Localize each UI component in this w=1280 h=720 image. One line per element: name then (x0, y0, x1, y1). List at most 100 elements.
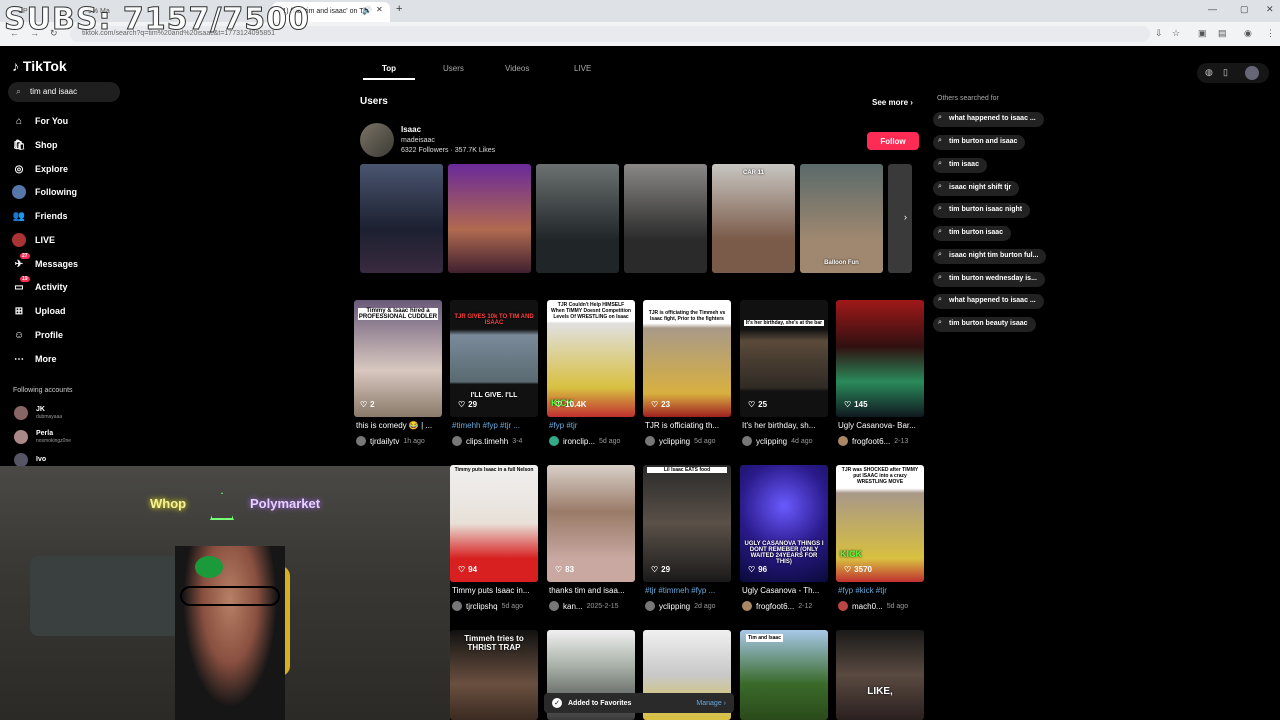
whop-neon-sign: Whop (150, 496, 187, 511)
sidebar-item-live[interactable]: LIVE (12, 233, 55, 247)
user-video-thumb[interactable]: CAR 11 (712, 164, 795, 273)
video-desc[interactable]: thanks tim and isaa... (549, 586, 641, 595)
video-desc[interactable]: this is comedy 😂 | ... (356, 421, 448, 430)
video-meta[interactable]: yclipping 4d ago (742, 436, 834, 446)
video-meta[interactable]: tjrdailytv 1h ago (356, 436, 448, 446)
related-search-pill[interactable]: ⌕ isaac night shift tjr (933, 181, 1020, 196)
new-tab-button[interactable]: + (396, 3, 402, 15)
sidebar-item-label: LIVE (35, 235, 56, 245)
related-search-pill[interactable]: ⌕ what happened to isaac ... (933, 112, 1044, 127)
user-video-thumb[interactable]: Balloon Fun (800, 164, 883, 273)
sidebar-item-following[interactable]: Following (12, 185, 77, 199)
sidebar-item-for-you[interactable]: ⌂ For You (12, 114, 68, 128)
video-desc[interactable]: #fyp #kick #tjr (838, 586, 930, 595)
video-desc[interactable]: Timmy puts Isaac in... (452, 586, 544, 595)
tiktok-logo[interactable]: ♪ TikTok (12, 58, 67, 74)
video-caption: TJR is officiating the Timmeh vs Isaac f… (648, 310, 726, 322)
extensions-icon[interactable]: ▣ (1198, 28, 1207, 39)
video-thumb[interactable]: LIKE, (836, 630, 924, 720)
video-meta[interactable]: mach0... 5d ago (838, 601, 930, 611)
user-stats: 6322 Followers · 357.7K Likes (401, 147, 496, 154)
related-search-pill[interactable]: ⌕ tim isaac (933, 158, 987, 173)
video-meta[interactable]: frogfoot6... 2-12 (742, 601, 834, 611)
author-name: tjrdailytv (370, 436, 400, 446)
account-icon[interactable]: ◉ (1244, 28, 1252, 39)
video-meta[interactable]: tjrclipshq 5d ago (452, 601, 544, 611)
video-desc[interactable]: #tjr #timmeh #fyp ... (645, 586, 737, 595)
following-account[interactable]: JK dubmayaaa (14, 406, 62, 420)
follow-button[interactable]: Follow (867, 132, 919, 150)
video-desc[interactable]: TJR is officiating th... (645, 421, 737, 430)
video-meta[interactable]: frogfoot6... 2-13 (838, 436, 930, 446)
video-desc[interactable]: #fyp #tjr (549, 421, 641, 430)
sidebar-item-label: Following (35, 187, 77, 197)
minimize-icon[interactable]: — (1208, 4, 1217, 14)
user-video-thumb[interactable] (448, 164, 531, 273)
related-search-pill[interactable]: ⌕ tim burton wednesday is... (933, 272, 1045, 287)
star-icon[interactable]: ☆ (1172, 28, 1180, 39)
maximize-icon[interactable]: ▢ (1240, 4, 1249, 15)
view-count: ♡ 29 (458, 400, 477, 409)
heart-icon: ♡ (458, 400, 466, 409)
video-meta[interactable]: ironclip... 5d ago (549, 436, 641, 446)
sidebar-item-messages[interactable]: ✈ 27 Messages (12, 253, 78, 271)
sidebar-item-activity[interactable]: ▭ 19 Activity (12, 276, 68, 294)
user-video-thumb[interactable] (360, 164, 443, 273)
user-video-thumb[interactable] (888, 164, 912, 273)
sidebar-item-explore[interactable]: ◎ Explore (12, 162, 68, 176)
tab-live[interactable]: LIVE (574, 64, 591, 73)
video-desc[interactable]: It's her birthday, sh... (742, 421, 834, 430)
close-tab-icon[interactable]: ✕ (376, 5, 383, 14)
audio-icon[interactable]: 🔊 (362, 6, 372, 15)
video-caption: TJR Couldn't Help HIMSELF When TIMMY Doe… (551, 302, 631, 320)
sidebar-item-shop[interactable]: 🛍 Shop (12, 138, 58, 152)
video-meta[interactable]: clips.timehh 3-4 (452, 436, 544, 446)
related-search-pill[interactable]: ⌕ tim burton isaac night (933, 203, 1031, 218)
see-more-link[interactable]: See more › (872, 98, 913, 107)
top-right-controls: ◍ ▯ (1197, 63, 1269, 83)
avatar[interactable] (1245, 66, 1259, 80)
sidebar-item-profile[interactable]: ☺ Profile (12, 328, 63, 342)
manage-link[interactable]: Manage › (696, 700, 726, 707)
search-input[interactable]: ⌕ tim and isaac (8, 82, 120, 102)
video-desc[interactable]: Ugly Casanova - Th... (742, 586, 834, 595)
chevron-right-icon[interactable]: › (904, 212, 907, 222)
avatar (549, 436, 559, 446)
video-desc[interactable]: #timehh #fyp #tjr ... (452, 421, 544, 430)
subs-overlay: SUBS: 7157/7500 (4, 2, 310, 38)
related-search-label: tim burton and isaac (949, 138, 1018, 145)
polymarket-neon-sign: Polymarket (250, 496, 321, 511)
window-close-icon[interactable]: ✕ (1266, 4, 1274, 15)
sidepanel-icon[interactable]: ▤ (1218, 28, 1227, 39)
video-meta[interactable]: kan... 2025-2-15 (549, 601, 641, 611)
video-meta[interactable]: yclipping 5d ago (645, 436, 737, 446)
sidebar-item-upload[interactable]: ⊞ Upload (12, 304, 66, 318)
tab-top[interactable]: Top (382, 64, 396, 73)
user-name[interactable]: Isaac (401, 125, 421, 134)
related-search-pill[interactable]: ⌕ tim burton beauty isaac (933, 317, 1036, 332)
video-thumb[interactable]: Timmeh tries to THRIST TRAP (450, 630, 538, 720)
user-video-thumb[interactable] (536, 164, 619, 273)
following-account[interactable]: Perla nosmokingz0ne (14, 430, 71, 444)
search-icon: ⌕ (938, 137, 942, 144)
sidebar-item-friends[interactable]: 👥 Friends (12, 209, 68, 223)
tab-videos[interactable]: Videos (505, 64, 529, 73)
video-desc[interactable]: Ugly Casanova- Bar... (838, 421, 930, 430)
related-search-pill[interactable]: ⌕ what happened to isaac ... (933, 294, 1044, 309)
video-thumb[interactable]: Tim and Isaac (740, 630, 828, 720)
tab-users[interactable]: Users (443, 64, 464, 73)
view-count: ♡ 2 (360, 400, 375, 409)
coin-icon[interactable]: ◍ (1205, 67, 1213, 78)
phone-icon[interactable]: ▯ (1223, 67, 1228, 78)
user-video-thumb[interactable] (624, 164, 707, 273)
related-search-pill[interactable]: ⌕ tim burton and isaac (933, 135, 1026, 150)
following-account[interactable]: Ivo (14, 453, 46, 467)
user-avatar[interactable] (360, 123, 394, 157)
related-search-pill[interactable]: ⌕ isaac night tim burton ful... (933, 249, 1047, 264)
video-meta[interactable]: yclipping 2d ago (645, 601, 737, 611)
install-icon[interactable]: ⇩ (1155, 28, 1163, 39)
related-search-pill[interactable]: ⌕ tim burton isaac (933, 226, 1012, 241)
sidebar-item-more[interactable]: ⋯ More (12, 352, 57, 366)
menu-icon[interactable]: ⋮ (1266, 28, 1275, 39)
view-count-value: 83 (565, 565, 575, 574)
